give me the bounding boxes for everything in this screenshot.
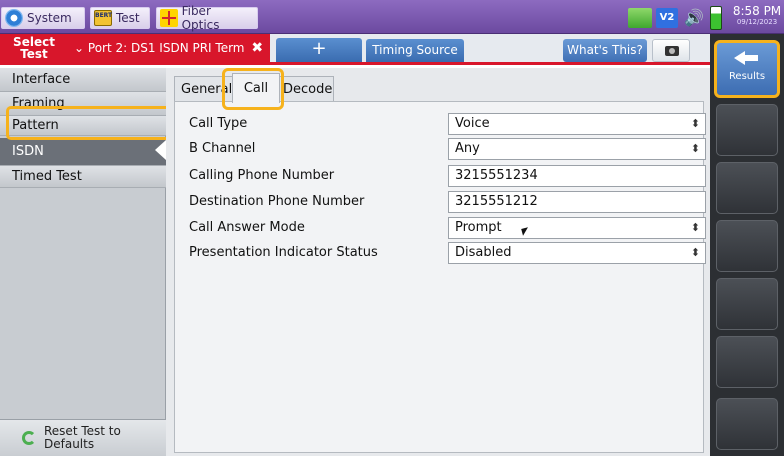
reset-icon xyxy=(22,431,36,445)
test-button[interactable]: BERT Test xyxy=(90,7,150,29)
close-icon[interactable]: ✖ xyxy=(251,40,263,56)
chevron-down-icon: ⌄ xyxy=(74,41,85,55)
tab-port-2[interactable]: ⌄ Port 2: DS1 ISDN PRI Term ✖ xyxy=(68,34,270,62)
whats-this-button[interactable]: What's This? xyxy=(563,39,647,62)
fiber-optics-icon xyxy=(160,9,178,27)
bert-icon: BERT xyxy=(94,10,112,26)
presentation-indicator-select[interactable]: Disabled xyxy=(448,242,706,264)
select-test-label: Select Test xyxy=(13,35,55,61)
select-test-button[interactable]: Select Test xyxy=(0,34,68,62)
sidebar-item-isdn[interactable]: ISDN xyxy=(0,138,166,166)
call-tab-highlight-frame xyxy=(222,68,284,110)
content-area: General Decode Call Call Type Voice B Ch… xyxy=(166,68,710,456)
soft-key[interactable] xyxy=(716,220,778,272)
results-label: Results xyxy=(728,71,766,82)
clock: 8:58 PM 09/12/2023 xyxy=(730,4,784,26)
back-arrow-icon xyxy=(734,51,760,65)
gear-icon xyxy=(5,9,23,27)
right-softkey-column: Results xyxy=(710,34,784,456)
destination-number-label: Destination Phone Number xyxy=(189,194,365,209)
port-tab-label: Port 2: DS1 ISDN PRI Term xyxy=(87,41,245,55)
clock-date: 09/12/2023 xyxy=(736,18,778,26)
soft-key[interactable] xyxy=(716,278,778,330)
speaker-icon[interactable]: 🔊 xyxy=(683,8,705,28)
camera-icon[interactable] xyxy=(652,39,690,62)
tab-decode[interactable]: Decode xyxy=(276,76,334,103)
calling-number-label: Calling Phone Number xyxy=(189,168,335,183)
test-label: Test xyxy=(116,11,140,25)
reset-test-button[interactable]: Reset Test to Defaults xyxy=(0,419,166,456)
sidebar-item-label: Interface xyxy=(12,72,71,87)
battery-icon xyxy=(710,6,722,30)
sidebar-item-label: Timed Test xyxy=(12,169,82,184)
v2-icon: V2 xyxy=(656,8,678,28)
soft-key[interactable] xyxy=(716,398,778,450)
system-button[interactable]: System xyxy=(1,7,85,29)
call-type-label: Call Type xyxy=(189,116,248,131)
results-button[interactable]: Results xyxy=(714,40,780,98)
clock-time: 8:58 PM xyxy=(732,4,782,18)
fiber-optics-button[interactable]: Fiber Optics xyxy=(156,4,258,32)
isdn-highlight-frame xyxy=(6,106,174,140)
add-tab-button[interactable]: + xyxy=(276,38,362,62)
tab-timing-source[interactable]: Timing Source xyxy=(366,39,464,62)
sidebar-item-interface[interactable]: Interface xyxy=(0,68,166,92)
call-answer-mode-select[interactable]: Prompt xyxy=(448,217,706,239)
sidebar-item-label: ISDN xyxy=(12,144,44,159)
sidebar-item-timed-test[interactable]: Timed Test xyxy=(0,166,166,188)
system-bar: System BERT Test Fiber Optics V2 🔊 8:58 … xyxy=(0,0,784,34)
calling-number-input[interactable]: 3215551234 xyxy=(448,165,706,187)
soft-key[interactable] xyxy=(716,162,778,214)
presentation-indicator-label: Presentation Indicator Status xyxy=(189,245,378,260)
b-channel-select[interactable]: Any xyxy=(448,138,706,160)
soft-key[interactable] xyxy=(716,104,778,156)
destination-number-input[interactable]: 3215551212 xyxy=(448,191,706,213)
call-type-select[interactable]: Voice xyxy=(448,113,706,135)
link-status-icon xyxy=(628,8,652,28)
soft-key[interactable] xyxy=(716,336,778,388)
fiber-optics-label: Fiber Optics xyxy=(181,4,220,32)
call-answer-mode-label: Call Answer Mode xyxy=(189,220,305,235)
system-label: System xyxy=(27,11,72,25)
call-settings-panel: Call Type Voice B Channel Any Calling Ph… xyxy=(174,101,706,453)
reset-label: Reset Test to Defaults xyxy=(44,424,121,451)
test-tab-strip: Select Test ⌄ Port 2: DS1 ISDN PRI Term … xyxy=(0,34,710,65)
b-channel-label: B Channel xyxy=(189,141,256,156)
tab-label: Decode xyxy=(283,82,333,97)
